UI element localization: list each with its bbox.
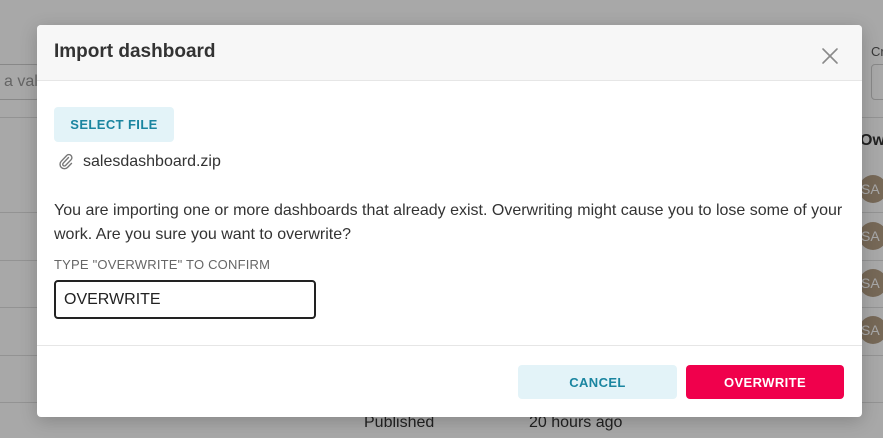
select-file-button[interactable]: SELECT FILE <box>54 107 174 142</box>
modal-header: Import dashboard <box>37 25 862 81</box>
paperclip-icon <box>59 153 73 170</box>
modal-footer: CANCEL OVERWRITE <box>37 345 862 417</box>
overwrite-warning: You are importing one or more dashboards… <box>54 202 843 243</box>
file-name: salesdashboard.zip <box>83 153 221 170</box>
modal-body: SELECT FILE salesdashboard.zip You are i… <box>37 81 862 345</box>
modal-title: Import dashboard <box>54 41 216 62</box>
selected-file: salesdashboard.zip <box>59 153 221 171</box>
confirm-input[interactable] <box>54 280 316 319</box>
import-dashboard-modal: Import dashboard SELECT FILE salesdashbo… <box>37 25 862 417</box>
cancel-button[interactable]: CANCEL <box>518 365 677 399</box>
overwrite-button[interactable]: OVERWRITE <box>686 365 844 399</box>
confirm-label: TYPE "OVERWRITE" TO CONFIRM <box>54 257 271 272</box>
close-icon[interactable] <box>821 47 839 65</box>
